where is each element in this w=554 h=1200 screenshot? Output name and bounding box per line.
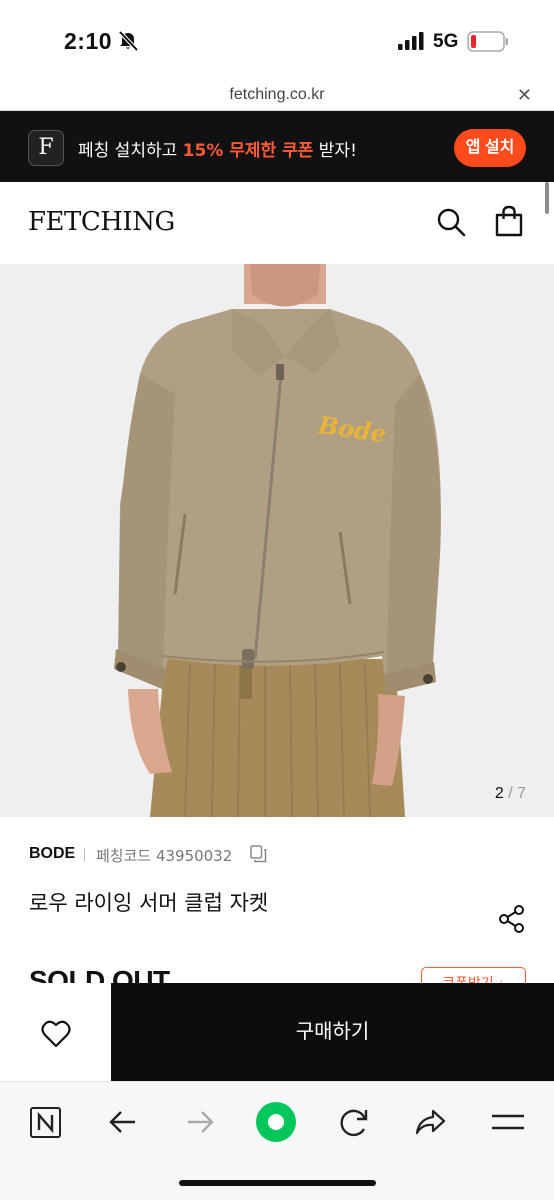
product-code: 페칭코드 43950032 bbox=[96, 847, 233, 865]
wishlist-button[interactable] bbox=[0, 983, 111, 1081]
product-image-gallery[interactable]: Bode 2 / 7 bbox=[0, 264, 554, 817]
close-icon[interactable]: ✕ bbox=[517, 85, 532, 106]
refresh-icon[interactable] bbox=[334, 1102, 374, 1142]
page-scrollbar[interactable] bbox=[545, 182, 549, 214]
muted-bell-icon bbox=[118, 30, 139, 52]
product-brand[interactable]: BODE bbox=[29, 845, 75, 863]
home-indicator bbox=[179, 1180, 376, 1186]
shopping-bag-icon[interactable] bbox=[494, 205, 524, 237]
fetching-app-logo-icon: F bbox=[28, 130, 64, 166]
url-text[interactable]: fetching.co.kr bbox=[0, 86, 554, 104]
share-arrow-icon[interactable] bbox=[411, 1102, 451, 1142]
menu-icon[interactable] bbox=[488, 1102, 528, 1142]
copy-icon[interactable] bbox=[250, 845, 267, 863]
buy-button[interactable]: 구매하기 bbox=[111, 983, 554, 1081]
status-time: 2:10 bbox=[64, 28, 113, 54]
signal-icon bbox=[398, 32, 424, 50]
site-header: FETCHING bbox=[0, 182, 554, 264]
install-app-button[interactable]: 앱 설치 bbox=[454, 129, 526, 167]
back-arrow-icon[interactable] bbox=[103, 1102, 143, 1142]
status-bar: 2:10 5G bbox=[0, 0, 554, 80]
purchase-bar: 구매하기 bbox=[0, 983, 554, 1081]
site-logo[interactable]: FETCHING bbox=[28, 207, 175, 237]
banner-text: 페칭 설치하고 15% 무제한 쿠폰 받자! bbox=[78, 141, 357, 161]
app-install-banner: F 페칭 설치하고 15% 무제한 쿠폰 받자! 앱 설치 bbox=[0, 111, 554, 182]
product-title: 로우 라이잉 서머 클럽 자켓 bbox=[29, 891, 269, 915]
network-type: 5G bbox=[433, 31, 459, 52]
naver-home-icon[interactable] bbox=[26, 1102, 66, 1142]
divider bbox=[84, 848, 85, 861]
green-dot-icon[interactable] bbox=[256, 1102, 296, 1142]
forward-arrow-icon bbox=[188, 1111, 214, 1133]
browser-url-bar[interactable]: fetching.co.kr ✕ bbox=[0, 80, 554, 111]
product-info: BODE 페칭코드 43950032 로우 라이잉 서머 클럽 자켓 SOLD … bbox=[0, 817, 554, 999]
search-icon[interactable] bbox=[436, 207, 466, 237]
share-icon[interactable] bbox=[497, 904, 527, 934]
battery-icon bbox=[467, 31, 508, 52]
banner-highlight: 15% 무제한 쿠폰 bbox=[182, 141, 314, 161]
heart-icon bbox=[41, 1020, 71, 1048]
image-counter: 2 / 7 bbox=[494, 785, 526, 802]
product-photo: Bode bbox=[114, 264, 441, 817]
